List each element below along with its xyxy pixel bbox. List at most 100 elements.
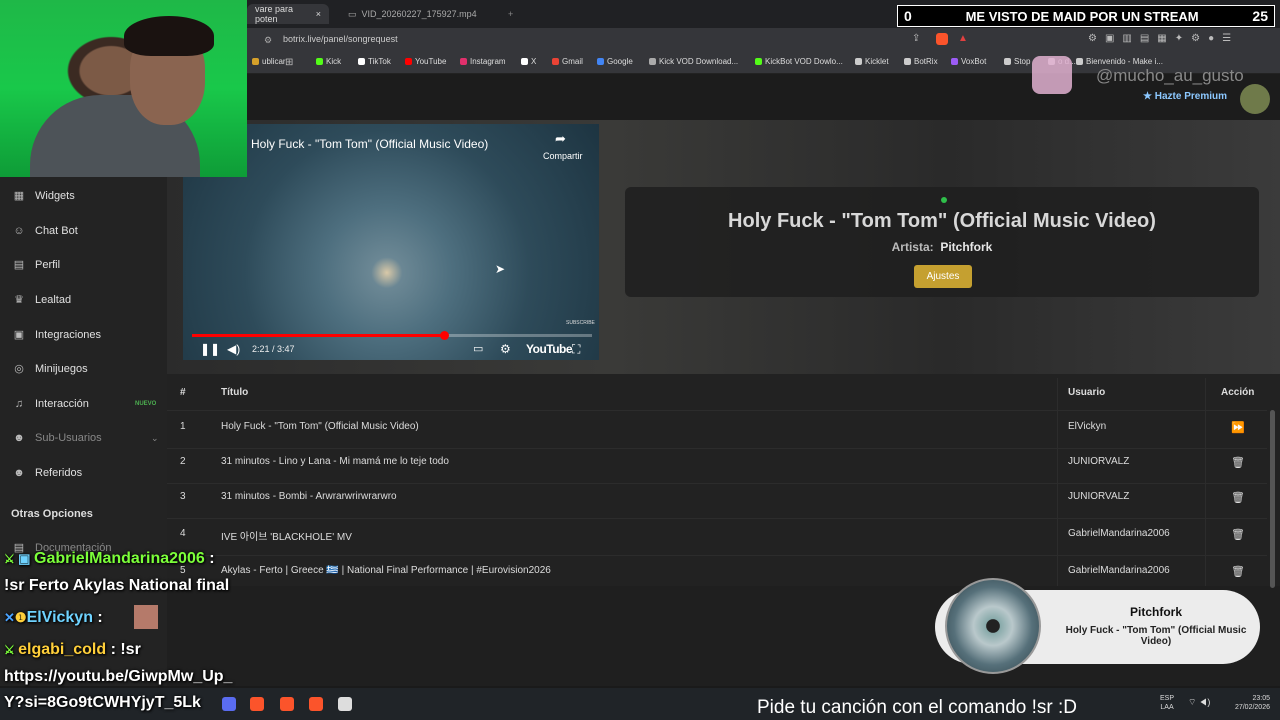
- sidebar-item-sub-usuarios[interactable]: ☻ Sub-Usuarios: [12, 428, 102, 448]
- browser-toolbar-icons[interactable]: ⚙▣▥▤▦✦⚙●☰: [1088, 33, 1239, 44]
- bookmark-item[interactable]: Kicklet: [855, 57, 889, 66]
- progress-knob[interactable]: [440, 331, 449, 340]
- sidebar-item-integraciones[interactable]: ▣ Integraciones: [12, 325, 101, 345]
- sub-badge-icon: ❶: [14, 610, 27, 625]
- url-field[interactable]: botrix.live/panel/songrequest: [283, 34, 398, 44]
- sidebar-item-referidos[interactable]: ☻ Referidos: [12, 463, 82, 483]
- bookmark-item[interactable]: Bienvenido - Make i...: [1076, 57, 1163, 66]
- sidebar-item-lealtad[interactable]: ♛ Lealtad: [12, 290, 71, 310]
- gear-icon[interactable]: ⚙: [500, 342, 511, 356]
- share-arrow-icon[interactable]: ➦: [555, 131, 566, 147]
- sidebar-item-interacci-n[interactable]: ♫ Interacción: [12, 394, 89, 414]
- tab-video[interactable]: ▭ VID_20260227_175927.mp4: [340, 4, 500, 24]
- current-song-title: Holy Fuck - "Tom Tom" (Official Music Vi…: [728, 210, 1156, 232]
- avatar[interactable]: [1240, 84, 1270, 114]
- bookmark-item[interactable]: TikTok: [358, 57, 391, 66]
- bookmark-item[interactable]: YouTube: [405, 57, 446, 66]
- sidebar-item-minijuegos[interactable]: ◎ Minijuegos: [12, 359, 87, 379]
- bookmark-icon: [316, 58, 323, 65]
- app-icon[interactable]: [222, 697, 236, 711]
- volume-icon[interactable]: ◀): [227, 342, 240, 356]
- trash-icon[interactable]: 🗑: [1231, 456, 1245, 469]
- bookmark-icon: [755, 58, 762, 65]
- trash-icon[interactable]: 🗑: [1231, 565, 1245, 578]
- sidebar-item-label: Integraciones: [35, 329, 102, 341]
- sidebar-item-label: Sub-Usuarios: [35, 432, 102, 444]
- share-label[interactable]: Compartir: [543, 151, 583, 161]
- trash-icon[interactable]: 🗑: [1231, 528, 1245, 541]
- settings-button[interactable]: Ajustes: [914, 265, 972, 288]
- sidebar-item-perfil[interactable]: ▤ Perfil: [12, 255, 60, 275]
- header-num: #: [180, 387, 186, 398]
- row-user: GabrielMandarina2006: [1068, 565, 1170, 576]
- chat-separator: :: [204, 550, 215, 567]
- artist-label: Artista:: [891, 240, 934, 254]
- pause-icon[interactable]: ❚❚: [200, 342, 220, 356]
- tab-botrix[interactable]: vare para poten ×: [247, 4, 329, 24]
- sidebar-item-chat-bot[interactable]: ☺ Chat Bot: [12, 221, 77, 241]
- captions-icon[interactable]: ▭: [473, 342, 483, 355]
- counter-right: 25: [1252, 8, 1268, 24]
- sidebar-item-label: Widgets: [35, 190, 75, 202]
- bookmark-icon: [1004, 58, 1011, 65]
- brave-shield-icon[interactable]: [936, 33, 948, 45]
- sidebar-item-widgets[interactable]: ▦ Widgets: [12, 186, 75, 206]
- bookmark-icon: [405, 58, 412, 65]
- file-icon[interactable]: [338, 697, 352, 711]
- share-icon[interactable]: ⇪: [912, 33, 920, 44]
- row-title: Akylas - Ferto | Greece 🇬🇷 | National Fi…: [221, 565, 551, 576]
- badge-icon: ▣: [18, 551, 34, 566]
- chat-username: elgabi_cold: [18, 641, 107, 658]
- trash-icon[interactable]: 🗑: [1231, 491, 1245, 504]
- network-icon[interactable]: ⌔ ◀): [1188, 697, 1210, 708]
- site-settings-icon[interactable]: ⚙: [264, 35, 272, 46]
- bookmark-item[interactable]: Gmail: [552, 57, 583, 66]
- chevron-down-icon[interactable]: ⌄: [151, 433, 159, 444]
- chat-message: : !sr: [106, 641, 141, 658]
- row-title: 31 minutos - Lino y Lana - Mi mamá me lo…: [221, 456, 449, 467]
- new-tab-button[interactable]: +: [500, 4, 521, 24]
- brave-icon[interactable]: [280, 697, 294, 711]
- star-icon: ★: [1143, 91, 1155, 102]
- trophy-icon: ♛: [14, 294, 24, 306]
- skip-icon[interactable]: ⏩: [1231, 421, 1245, 434]
- row-divider: [167, 555, 1267, 556]
- profile-icon: ▤: [13, 259, 25, 271]
- bookmark-item[interactable]: Kick VOD Download...: [649, 57, 738, 66]
- clock[interactable]: 23:05 27/02/2026: [1226, 694, 1270, 712]
- row-number: 3: [180, 491, 186, 502]
- stream-goal-counter: 0 ME VISTO DE MAID POR UN STREAM 25: [897, 5, 1275, 27]
- sword-icon: ⚔: [4, 643, 19, 657]
- counter-text: ME VISTO DE MAID POR UN STREAM: [965, 8, 1199, 24]
- row-user: JUNIORVALZ: [1068, 491, 1130, 502]
- bookmark-item[interactable]: VoxBot: [951, 57, 986, 66]
- fullscreen-icon[interactable]: ⛶: [572, 342, 580, 357]
- bookmark-item[interactable]: Google: [597, 57, 633, 66]
- row-title: Holy Fuck - "Tom Tom" (Official Music Vi…: [221, 421, 419, 432]
- row-title: IVE 아이브 'BLACKHOLE' MV: [221, 532, 352, 543]
- bookmark-label: Bienvenido - Make i...: [1086, 57, 1163, 66]
- close-icon[interactable]: ×: [316, 9, 321, 19]
- language-indicator[interactable]: ESP LAA: [1160, 694, 1174, 712]
- brave-rewards-icon[interactable]: ▲: [958, 33, 968, 44]
- row-user: JUNIORVALZ: [1068, 456, 1130, 467]
- premium-link[interactable]: ★ Hazte Premium: [1143, 91, 1227, 102]
- video-title[interactable]: Holy Fuck - "Tom Tom" (Official Music Vi…: [251, 137, 488, 151]
- apps-grid-icon[interactable]: ⊞: [285, 57, 293, 68]
- sidebar-item-label: Perfil: [35, 259, 61, 271]
- bookmark-item[interactable]: KickBot VOD Dowlo...: [755, 57, 843, 66]
- brave-icon[interactable]: [309, 697, 323, 711]
- bookmark-item[interactable]: ublicar: [252, 57, 286, 66]
- brave-icon[interactable]: [250, 697, 264, 711]
- bookmark-item[interactable]: X: [521, 57, 536, 66]
- subscribe-watermark[interactable]: SUBSCRIBE: [566, 320, 595, 326]
- youtube-logo[interactable]: YouTube: [526, 342, 573, 356]
- bookmark-item[interactable]: Instagram: [460, 57, 506, 66]
- bookmark-item[interactable]: BotRix: [904, 57, 938, 66]
- bookmark-item[interactable]: Stop: [1004, 57, 1030, 66]
- scrollbar[interactable]: [1270, 410, 1275, 588]
- instagram-handle: @mucho_au_gusto: [1096, 66, 1244, 85]
- bookmark-item[interactable]: Kick: [316, 57, 341, 66]
- bookmark-icon: [552, 58, 559, 65]
- bookmark-icon: [252, 58, 259, 65]
